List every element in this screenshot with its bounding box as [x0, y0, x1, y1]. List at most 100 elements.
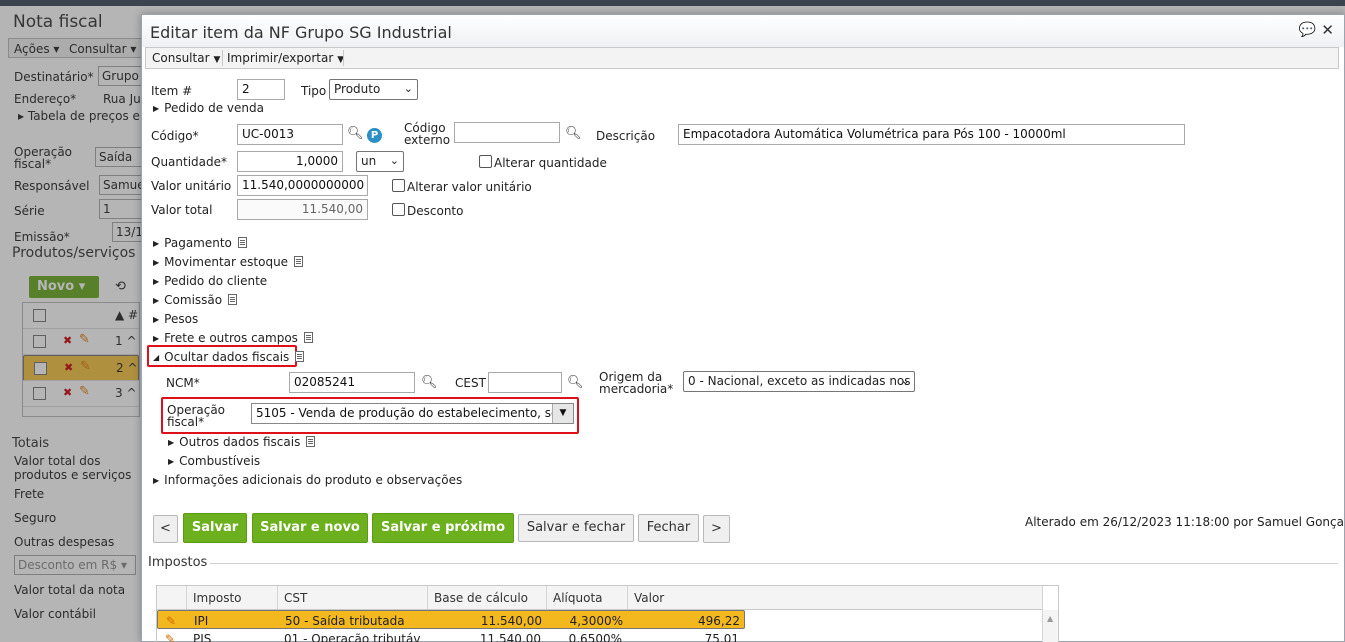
cell-aliquota: 0,6500% — [568, 632, 622, 642]
informacoes-adicionais-expander[interactable]: ▶ Informações adicionais do produto e obs… — [153, 473, 462, 487]
operacao-fiscal-combobox[interactable]: 5105 - Venda de produção do estabelecime… — [251, 403, 574, 424]
cell-cst: 50 - Saída tributada — [285, 614, 405, 628]
tipo-label: Tipo — [301, 84, 327, 98]
cest-field[interactable] — [488, 372, 562, 393]
ncm-field[interactable]: 02085241 — [289, 372, 415, 393]
chevron-down-icon: ⌄ — [900, 374, 910, 387]
dialog-title: Editar item da NF Grupo SG Industrial — [150, 23, 452, 42]
notes-icon — [306, 436, 316, 447]
comment-icon[interactable]: 💬 — [1299, 22, 1316, 38]
cell-base: 11.540,00 — [480, 614, 542, 628]
cell-base: 11.540,00 — [479, 632, 541, 642]
alterar-quantidade-label: Alterar quantidade — [494, 156, 607, 170]
table-row[interactable]: ✎ IPI 50 - Saída tributada 11.540,00 4,3… — [157, 610, 745, 629]
collapse-icon: ◢ — [153, 353, 160, 362]
edit-icon[interactable]: ✎ — [161, 629, 187, 642]
salvar-button[interactable]: Salvar — [183, 513, 247, 543]
codigo-externo-field[interactable] — [454, 122, 560, 143]
search-icon[interactable]: 🔍︎ — [421, 375, 438, 390]
cest-label: CEST — [455, 376, 486, 390]
chevron-down-icon: ⌄ — [403, 82, 413, 95]
table-scrollbar[interactable]: ▲ — [1042, 610, 1058, 642]
table-row[interactable]: ✎ PIS 01 - Operação tributáv 11.540,00 0… — [157, 629, 745, 642]
outros-dados-fiscais-expander[interactable]: ▶ Outros dados fiscais — [168, 435, 316, 449]
pagamento-expander[interactable]: ▶ Pagamento — [153, 236, 247, 250]
fechar-button[interactable]: Fechar — [638, 514, 699, 542]
cell-aliquota: 4,3000% — [569, 614, 623, 628]
notes-icon — [295, 351, 305, 362]
table-header[interactable]: Alíquota — [547, 586, 628, 610]
table-header[interactable]: Valor — [628, 586, 1043, 610]
table-header[interactable]: CST — [278, 586, 428, 610]
edit-icon[interactable]: ✎ — [162, 611, 188, 628]
alterar-valor-unitario-label: Alterar valor unitário — [407, 180, 532, 194]
edit-item-dialog: Editar item da NF Grupo SG Industrial 💬 … — [141, 14, 1345, 642]
table-header-edit — [157, 586, 187, 610]
cell-imposto: IPI — [194, 614, 209, 628]
search-icon[interactable]: 🔍︎ — [565, 126, 582, 141]
expand-icon: ▶ — [153, 258, 160, 267]
next-button[interactable]: > — [703, 515, 730, 543]
pedido-cliente-expander[interactable]: ▶ Pedido do cliente — [153, 274, 267, 288]
comissao-expander[interactable]: ▶ Comissão — [153, 293, 238, 307]
valor-unitario-field[interactable]: 11.540,0000000000 — [237, 175, 368, 196]
desconto-checkbox[interactable] — [392, 203, 405, 216]
alterado-info: Alterado em 26/12/2023 11:18:00 por Samu… — [1025, 515, 1345, 529]
alterar-quantidade-checkbox[interactable] — [479, 155, 492, 168]
pedido-venda-expander[interactable]: ▶ Pedido de venda — [153, 101, 264, 115]
close-icon[interactable]: ✕ — [1321, 21, 1334, 39]
expand-icon: ▶ — [153, 277, 160, 286]
desconto-label: Desconto — [407, 204, 464, 218]
cell-imposto: PIS — [193, 632, 212, 642]
alterar-valor-unitario-checkbox[interactable] — [392, 179, 405, 192]
search-icon[interactable]: 🔍︎ — [347, 126, 364, 141]
combustiveis-expander[interactable]: ▶ Combustíveis — [168, 454, 260, 468]
dialog-menubar: Consultar ▼ Imprimir/exportar ▼ — [145, 47, 1339, 69]
impostos-table: Imposto CST Base de cálculo Alíquota Val… — [156, 585, 1059, 642]
expand-icon: ▶ — [153, 104, 160, 113]
descricao-field[interactable]: Empacotadora Automática Volumétrica para… — [678, 124, 1185, 145]
item-label: Item # — [151, 84, 193, 98]
cell-cst: 01 - Operação tributáv — [284, 632, 421, 642]
pesos-expander[interactable]: ▶ Pesos — [153, 312, 198, 326]
valor-total-field: 11.540,00 — [237, 199, 368, 220]
notes-icon — [303, 332, 313, 343]
ocultar-dados-fiscais-expander[interactable]: ◢ Ocultar dados fiscais — [153, 350, 305, 364]
frete-expander[interactable]: ▶ Frete e outros campos — [153, 331, 313, 345]
descricao-label: Descrição — [596, 129, 656, 143]
movimentar-estoque-expander[interactable]: ▶ Movimentar estoque — [153, 255, 304, 269]
dropdown-arrow-icon[interactable]: ▼ — [552, 404, 573, 423]
expand-icon: ▶ — [153, 315, 160, 324]
consultar-menu[interactable]: Consultar ▼ — [152, 51, 220, 65]
notes-icon — [237, 237, 247, 248]
notes-icon — [294, 256, 304, 267]
expand-icon: ▶ — [153, 476, 160, 485]
expand-icon: ▶ — [153, 296, 160, 305]
origem-mercadoria-select[interactable]: 0 - Nacional, exceto as indicadas nos c ⌄ — [683, 371, 915, 392]
salvar-e-novo-button[interactable]: Salvar e novo — [252, 513, 368, 543]
salvar-e-fechar-button[interactable]: Salvar e fechar — [518, 514, 634, 542]
previous-button[interactable]: < — [153, 515, 178, 543]
impostos-divider — [210, 563, 1338, 564]
salvar-e-proximo-button[interactable]: Salvar e próximo — [372, 513, 514, 543]
table-header[interactable]: Imposto — [187, 586, 278, 610]
scroll-up-icon[interactable]: ▲ — [1047, 614, 1053, 623]
chevron-down-icon: ⌄ — [389, 154, 399, 167]
item-number-field[interactable]: 2 — [237, 79, 285, 100]
impostos-section-title: Impostos — [148, 555, 208, 570]
imprimir-exportar-menu[interactable]: Imprimir/exportar ▼ — [227, 51, 344, 65]
codigo-field[interactable]: UC-0013 — [237, 124, 343, 145]
quantidade-label: Quantidade* — [151, 155, 228, 169]
search-icon[interactable]: 🔍︎ — [567, 375, 584, 390]
expand-icon: ▶ — [153, 239, 160, 248]
unidade-select[interactable]: un ⌄ — [356, 151, 404, 172]
origem-mercadoria-label: Origem da mercadoria* — [599, 370, 674, 396]
product-info-icon[interactable]: P — [367, 128, 382, 143]
quantidade-field[interactable]: 1,0000 — [237, 151, 343, 172]
ncm-label: NCM* — [166, 376, 200, 390]
tipo-select[interactable]: Produto ⌄ — [329, 79, 418, 100]
codigo-externo-label: Código externo — [404, 121, 451, 147]
expand-icon: ▶ — [153, 334, 160, 343]
valor-total-label: Valor total — [151, 203, 213, 217]
table-header[interactable]: Base de cálculo — [428, 586, 547, 610]
